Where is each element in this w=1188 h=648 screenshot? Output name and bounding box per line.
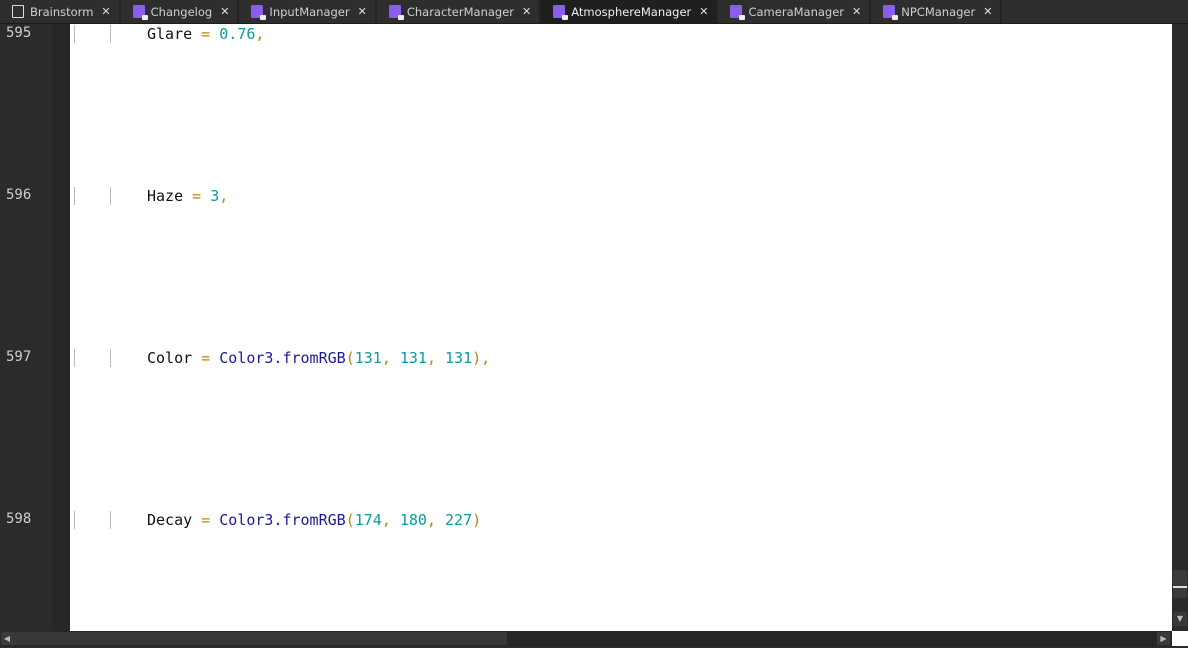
script-icon xyxy=(553,5,569,20)
token: ( xyxy=(345,349,355,367)
tab-label: NPCManager xyxy=(901,4,976,19)
script-icon xyxy=(132,5,148,20)
indent-guide xyxy=(74,511,75,529)
token: ( xyxy=(345,511,355,529)
tab-inputmanager[interactable]: InputManager ✕ xyxy=(239,0,377,23)
operator: = xyxy=(192,349,220,367)
code-line[interactable]: Haze = 3, xyxy=(147,187,228,205)
indent-guide xyxy=(110,187,111,205)
script-icon xyxy=(251,5,267,20)
token: , xyxy=(426,349,446,367)
token: ), xyxy=(472,349,491,367)
tab-npcmanager[interactable]: NPCManager ✕ xyxy=(871,0,1003,23)
tab-label: InputManager xyxy=(269,4,350,19)
close-icon[interactable]: ✕ xyxy=(983,5,992,18)
horizontal-scrollbar[interactable]: ◀ ▶ xyxy=(0,631,1172,646)
code-line[interactable]: Color = Color3.fromRGB(131, 131, 131), xyxy=(147,349,490,367)
token: 0.76 xyxy=(219,25,256,43)
code-editor[interactable]: Glare = 0.76, Haze = 3, Color = Color3.fro… xyxy=(70,24,1172,631)
operator: = xyxy=(183,187,211,205)
line-number: 598 xyxy=(6,511,32,527)
fold-margin xyxy=(52,24,70,631)
token: , xyxy=(381,511,400,529)
close-icon[interactable]: ✕ xyxy=(358,5,367,18)
script-icon xyxy=(730,5,746,20)
close-icon[interactable]: ✕ xyxy=(522,5,531,18)
token: 131 xyxy=(399,349,427,367)
code-line[interactable]: Decay = Color3.fromRGB(174, 180, 227) xyxy=(147,511,481,529)
indent-guide xyxy=(110,25,111,43)
indent-guide xyxy=(74,187,75,205)
tab-bar: Brainstorm ✕ Changelog ✕ InputManager ✕ Charac… xyxy=(0,0,1188,24)
tab-changelog[interactable]: Changelog ✕ xyxy=(120,0,240,23)
token: 131 xyxy=(354,349,382,367)
horizontal-scrollbar-thumb[interactable] xyxy=(13,632,507,645)
line-number: 596 xyxy=(6,187,32,203)
property-name: Color xyxy=(147,349,193,367)
token: 174 xyxy=(354,511,382,529)
token: Color3.fromRGB xyxy=(219,349,346,367)
token: , xyxy=(426,511,446,529)
token: , xyxy=(381,349,400,367)
close-icon[interactable]: ✕ xyxy=(699,5,708,18)
vertical-scrollbar-thumb[interactable] xyxy=(1173,570,1187,598)
scrollbar-corner xyxy=(1172,631,1188,646)
line-number: 597 xyxy=(6,349,32,365)
close-icon[interactable]: ✕ xyxy=(101,5,110,18)
indent-guide xyxy=(110,511,111,529)
line-number-gutter: 595 596 597 598 xyxy=(0,24,52,631)
tab-label: CameraManager xyxy=(748,4,845,19)
token: ) xyxy=(472,511,482,529)
property-name: Decay xyxy=(147,511,193,529)
token: 131 xyxy=(445,349,473,367)
line-number: 595 xyxy=(6,25,32,41)
scroll-down-arrow-icon[interactable]: ▼ xyxy=(1173,612,1187,626)
token: 227 xyxy=(445,511,473,529)
tab-charactermanager[interactable]: CharacterManager ✕ xyxy=(376,0,542,23)
tab-label: AtmosphereManager xyxy=(571,4,692,19)
operator: = xyxy=(192,511,220,529)
tab-label: Brainstorm xyxy=(30,4,94,19)
close-icon[interactable]: ✕ xyxy=(220,5,229,18)
tab-atmospheremanager[interactable]: AtmosphereManager ✕ xyxy=(541,0,719,23)
token: , xyxy=(255,25,265,43)
token: Color3.fromRGB xyxy=(219,511,346,529)
tab-label: CharacterManager xyxy=(406,4,515,19)
property-name: Glare xyxy=(147,25,193,43)
token: , xyxy=(219,187,229,205)
tab-cameramanager[interactable]: CameraManager ✕ xyxy=(718,0,872,23)
indent-guide xyxy=(74,349,75,367)
tab-label: Changelog xyxy=(150,4,213,19)
scroll-left-arrow-icon[interactable]: ◀ xyxy=(1,632,13,645)
document-icon xyxy=(12,5,24,18)
indent-guide xyxy=(74,25,75,43)
indent-guide xyxy=(110,349,111,367)
script-icon xyxy=(883,5,899,20)
token: 3 xyxy=(210,187,220,205)
operator: = xyxy=(192,25,220,43)
property-name: Haze xyxy=(147,187,184,205)
token: 180 xyxy=(399,511,427,529)
script-icon xyxy=(388,5,404,20)
close-icon[interactable]: ✕ xyxy=(852,5,861,18)
code-line[interactable]: Glare = 0.76, xyxy=(147,25,264,43)
tab-brainstorm[interactable]: Brainstorm ✕ xyxy=(0,0,121,23)
scroll-right-arrow-icon[interactable]: ▶ xyxy=(1157,632,1170,645)
vertical-scrollbar[interactable]: ▼ xyxy=(1172,24,1188,631)
